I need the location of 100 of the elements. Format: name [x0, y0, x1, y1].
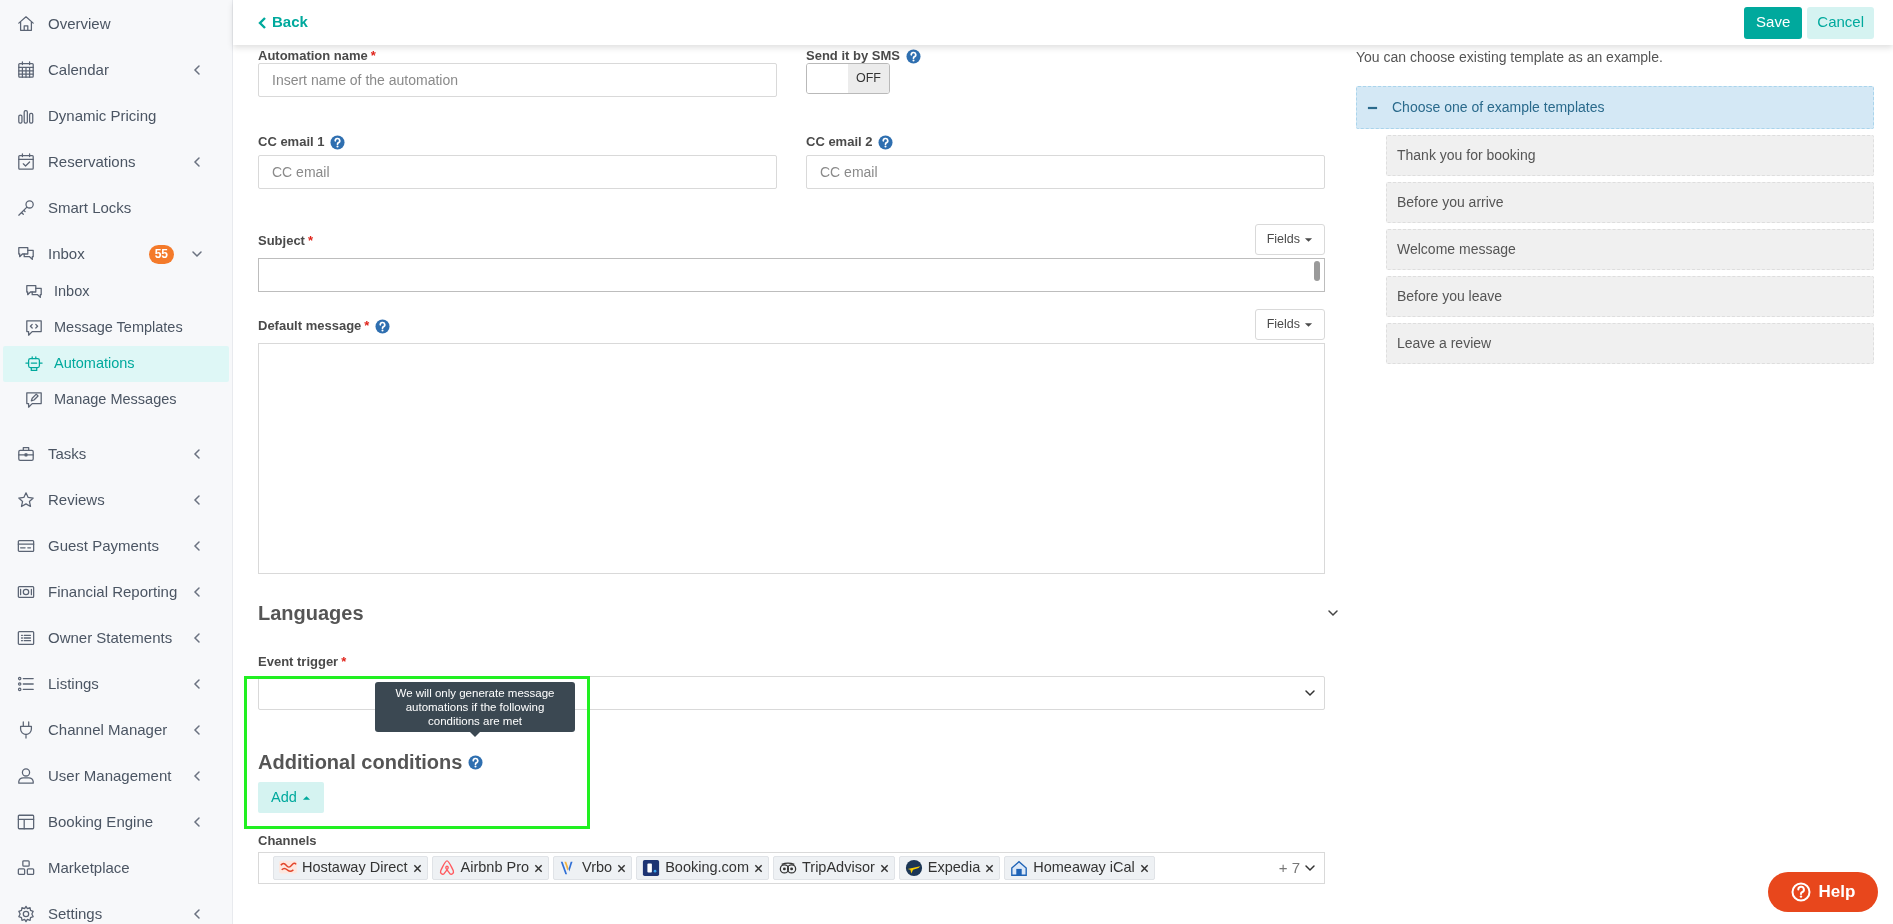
home-icon — [17, 15, 35, 33]
languages-section-header[interactable]: Languages — [258, 600, 1325, 626]
sidebar-item[interactable]: User Management — [0, 753, 232, 799]
sidebar-item[interactable]: Listings — [0, 661, 232, 707]
tooltip-arrow — [470, 732, 480, 737]
channel-tag[interactable]: TripAdvisor — [773, 856, 895, 880]
key-icon — [17, 199, 35, 217]
sidebar-item[interactable]: Tasks — [0, 431, 232, 477]
edit-bubble-icon — [25, 391, 43, 409]
template-item[interactable]: Before you leave — [1386, 276, 1874, 317]
card-icon — [17, 537, 35, 555]
chevron-icon — [258, 16, 267, 29]
plug-icon — [17, 721, 35, 739]
sidebar-item[interactable]: Booking Engine — [0, 799, 232, 845]
sidebar-item[interactable]: Calendar — [0, 47, 232, 93]
star-icon — [17, 491, 35, 509]
help-button[interactable]: Help — [1768, 872, 1878, 912]
field-label: CC email 1 — [258, 133, 325, 152]
required-mark: * — [341, 653, 347, 672]
sidebar-item[interactable]: Channel Manager — [0, 707, 232, 753]
field-label: Send it by SMS — [806, 47, 900, 66]
field-label: Default message — [258, 317, 362, 336]
sidebar-item[interactable]: Reviews — [0, 477, 232, 523]
code-bubble-icon — [25, 319, 43, 337]
field-label: CC email 2 — [806, 133, 873, 152]
sidebar-item[interactable]: Owner Statements — [0, 615, 232, 661]
close-icon — [879, 863, 889, 873]
sidebar-item[interactable]: Smart Locks — [0, 185, 232, 231]
channel-tag[interactable]: Hostaway Direct — [273, 856, 428, 880]
channel-tag[interactable]: Airbnb Pro — [431, 856, 550, 880]
more-count: + 7 — [1278, 857, 1300, 878]
channel-tag[interactable]: Booking.com — [636, 856, 769, 880]
caret-icon — [1304, 320, 1313, 329]
chat-icon — [17, 245, 35, 263]
scrollbar-thumb — [1314, 261, 1320, 281]
template-item[interactable]: Welcome message — [1386, 229, 1874, 270]
sidebar-subitem[interactable]: Manage Messages — [3, 382, 229, 418]
caret-icon — [1304, 235, 1313, 244]
layout-icon — [17, 813, 35, 831]
sidebar-subitem[interactable]: Inbox — [3, 274, 229, 310]
sidebar-item[interactable]: Guest Payments — [0, 523, 232, 569]
message-textarea[interactable] — [258, 343, 1325, 574]
count-badge: 55 — [148, 244, 174, 264]
template-item[interactable]: Before you arrive — [1386, 182, 1874, 223]
help-icon — [1790, 882, 1811, 902]
required-mark: * — [307, 232, 314, 251]
house-icon — [1010, 859, 1029, 877]
user-icon — [17, 767, 35, 785]
close-icon — [534, 863, 544, 873]
channel-tag[interactable]: Homeaway iCal — [1004, 856, 1155, 880]
list-box-icon — [17, 629, 35, 647]
subject-input[interactable] — [258, 258, 1325, 292]
owl-icon — [779, 859, 797, 877]
chevron-icon — [1304, 687, 1316, 699]
sidebar-item[interactable]: Financial Reporting — [0, 569, 232, 615]
email-input[interactable]: CC email — [258, 155, 777, 189]
banknote-icon — [17, 583, 35, 601]
list-icon — [17, 675, 35, 693]
close-icon — [1139, 863, 1149, 873]
caret-icon — [301, 793, 311, 802]
field-label: Channels — [258, 832, 317, 851]
sidebar-item[interactable]: Inbox 55 — [0, 231, 232, 277]
bar-chart-icon — [17, 107, 35, 125]
briefcase-icon — [17, 445, 35, 463]
sidebar-item[interactable]: Overview — [0, 1, 232, 47]
close-icon — [754, 863, 763, 873]
sidebar-item[interactable]: Reservations — [0, 139, 232, 185]
chevron-icon — [1304, 862, 1316, 874]
channel-tag[interactable]: Vrbo — [553, 856, 633, 880]
robot-icon — [25, 355, 43, 373]
sidebar-item[interactable]: Marketplace — [0, 845, 232, 891]
sms-toggle[interactable]: OFF — [806, 63, 890, 94]
required-mark: * — [370, 47, 376, 66]
template-item[interactable]: Leave a review — [1386, 323, 1874, 364]
templates-accordion-header[interactable]: Choose one of example templates — [1356, 86, 1874, 129]
gear-icon — [17, 905, 35, 923]
channel-tag[interactable]: Expedia — [898, 856, 1001, 880]
sidebar-item[interactable]: Dynamic Pricing — [0, 93, 232, 139]
fields-dropdown-button[interactable]: Fields — [1254, 309, 1325, 340]
chat-icon — [25, 283, 43, 301]
help-icon — [468, 754, 484, 770]
close-icon — [617, 863, 627, 873]
hint-text: You can choose existing template as an example. — [1356, 48, 1664, 65]
plane-globe-icon — [904, 859, 923, 877]
close-icon — [412, 863, 422, 873]
sidebar-item[interactable]: Settings — [0, 891, 232, 924]
calendar-check-icon — [17, 153, 35, 171]
close-icon — [985, 863, 995, 873]
name-input[interactable]: Insert name of the automation — [258, 63, 777, 97]
fields-dropdown-button[interactable]: Fields — [1254, 224, 1325, 255]
field-label: Event trigger — [258, 653, 339, 672]
section-title: Additional conditions — [258, 750, 463, 775]
calendar-icon — [17, 61, 35, 79]
field-label: Subject — [258, 232, 305, 251]
sidebar-subitem[interactable]: Message Templates — [3, 310, 229, 346]
boxes-icon — [17, 859, 35, 877]
field-label: Automation name — [258, 47, 368, 66]
channels-select[interactable]: Hostaway Direct Airbnb Pro Vrbo Booking.com TripAdvisor Expedia Homeaway iCal + 7 — [258, 852, 1325, 884]
template-item[interactable]: Thank you for booking — [1386, 135, 1874, 176]
email-input[interactable]: CC email — [806, 155, 1325, 189]
